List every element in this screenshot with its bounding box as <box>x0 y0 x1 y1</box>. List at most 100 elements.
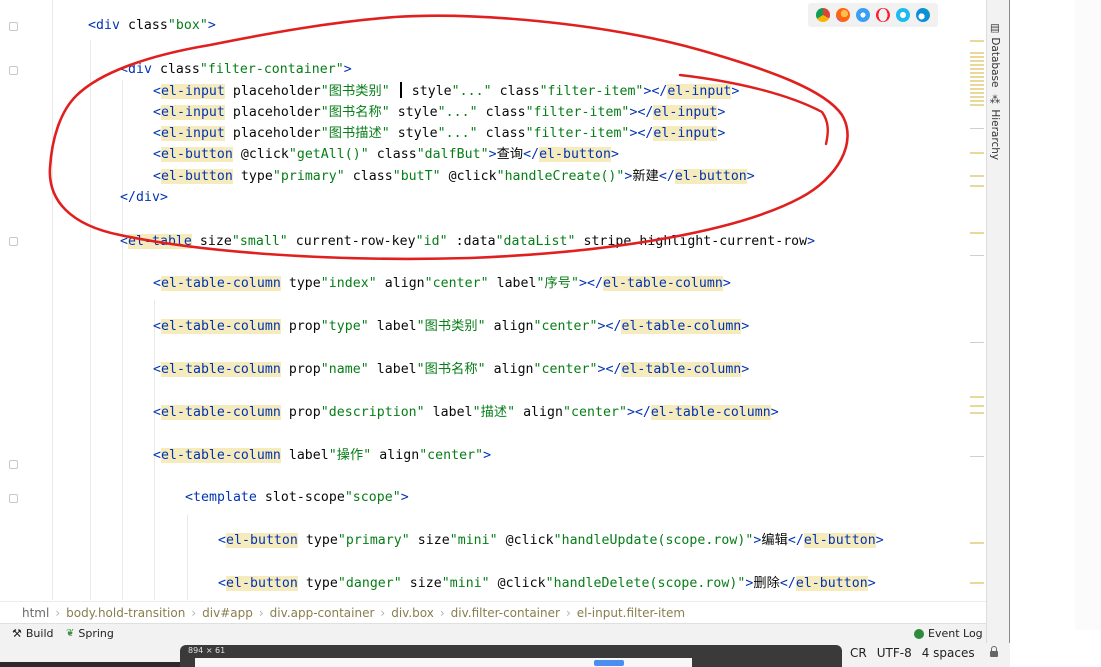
background-window-edge <box>1075 0 1101 630</box>
fold-marker[interactable] <box>9 494 18 503</box>
tool-window-bar: ⚒ Build ❦ Spring Event Log <box>0 623 986 643</box>
stripe-mark[interactable] <box>970 396 984 398</box>
indent-guide <box>122 80 123 600</box>
ie-icon[interactable] <box>896 8 910 22</box>
fold-marker[interactable] <box>9 237 18 246</box>
text-caret <box>399 82 402 98</box>
code-line[interactable]: <el-table size"small" current-row-key"id… <box>120 233 815 251</box>
code-line[interactable]: <el-table-column prop"description" label… <box>153 404 779 422</box>
stripe-mark[interactable] <box>970 175 984 177</box>
breadcrumb: html › body.hold-transition › div#app › div.ap… <box>0 601 986 623</box>
breadcrumb-item[interactable]: div.filter-container <box>451 606 560 620</box>
stripe-mark[interactable] <box>970 76 984 78</box>
code-line[interactable]: <el-table-column prop"type" label"图书类别" … <box>153 318 749 336</box>
fold-marker[interactable] <box>9 66 18 75</box>
indent-guide <box>90 40 91 600</box>
stripe-mark[interactable] <box>970 582 984 584</box>
stripe-mark[interactable] <box>970 255 984 256</box>
stripe-mark[interactable] <box>970 232 984 234</box>
breadcrumb-separator-icon: › <box>191 606 197 620</box>
error-stripe[interactable] <box>966 0 986 600</box>
edge-icon[interactable] <box>916 8 930 22</box>
indent-guide <box>52 0 53 600</box>
code-line[interactable]: <el-button type"danger" size"mini" @clic… <box>218 575 876 593</box>
line-separator-indicator[interactable]: CR <box>850 646 867 660</box>
database-tab[interactable]: ▤ Database <box>989 22 1001 87</box>
code-line[interactable]: <el-table-column prop"name" label"图书名称" … <box>153 361 749 379</box>
event-log-button[interactable]: Event Log <box>914 627 983 640</box>
breadcrumb-item[interactable]: html <box>22 606 49 620</box>
lock-icon[interactable] <box>989 646 999 658</box>
hammer-icon: ⚒ <box>12 627 22 640</box>
stripe-mark[interactable] <box>970 40 984 42</box>
indent-indicator[interactable]: 4 spaces <box>922 646 975 660</box>
preview-button-chip <box>594 660 624 666</box>
code-line[interactable]: </div> <box>120 189 168 207</box>
code-line[interactable]: <el-button type"primary" size"mini" @cli… <box>218 532 884 550</box>
stripe-mark[interactable] <box>970 88 984 90</box>
database-icon: ▤ <box>989 22 1001 38</box>
editor-gutter[interactable] <box>0 0 30 600</box>
breadcrumb-separator-icon: › <box>565 606 571 620</box>
stripe-mark[interactable] <box>970 80 984 82</box>
taskbar-strip <box>0 662 180 667</box>
code-line[interactable]: <div class"box"> <box>88 17 216 35</box>
opera-icon[interactable] <box>876 8 890 22</box>
breadcrumb-separator-icon: › <box>55 606 61 620</box>
breadcrumb-item[interactable]: div#app <box>202 606 253 620</box>
code-line[interactable]: <el-table-column label"操作" align"center"… <box>153 447 491 465</box>
breadcrumb-separator-icon: › <box>380 606 386 620</box>
breadcrumb-separator-icon: › <box>439 606 445 620</box>
code-line[interactable]: <div class"filter-container"> <box>120 61 352 79</box>
code-editor[interactable]: <div class"box"> <div class"filter-contai… <box>0 0 1010 600</box>
stripe-mark[interactable] <box>970 68 984 70</box>
stripe-mark[interactable] <box>970 456 984 457</box>
stripe-mark[interactable] <box>970 84 984 86</box>
code-line[interactable]: <el-button @click"getAll()" class"dalfBu… <box>153 146 619 164</box>
code-line[interactable]: <el-input placeholder"图书名称" style"..." c… <box>153 104 725 122</box>
stripe-mark[interactable] <box>970 56 984 58</box>
right-tool-strip: ▤ Database ⁂ Hierarchy <box>986 0 1010 650</box>
fold-marker[interactable] <box>9 460 18 469</box>
hierarchy-icon: ⁂ <box>989 94 1001 110</box>
code-line[interactable]: <el-table-column type"index" align"cente… <box>153 275 731 293</box>
breadcrumb-item[interactable]: body.hold-transition <box>66 606 185 620</box>
fold-marker[interactable] <box>9 22 18 31</box>
breadcrumb-item[interactable]: div.app-container <box>270 606 375 620</box>
stripe-mark[interactable] <box>970 96 984 98</box>
code-line[interactable]: <el-button type"primary" class"butT" @cl… <box>153 168 755 186</box>
stripe-mark[interactable] <box>970 185 984 187</box>
code-line[interactable]: <el-input placeholder"图书描述" style"..." c… <box>153 125 725 143</box>
stripe-mark[interactable] <box>970 60 984 62</box>
breadcrumb-item[interactable]: div.box <box>391 606 434 620</box>
window-preview-thumbnail[interactable]: 894 × 61 <box>180 645 842 667</box>
safari-icon[interactable] <box>856 8 870 22</box>
build-tool-button[interactable]: ⚒ Build <box>12 627 54 640</box>
browser-preview-bar <box>808 3 938 27</box>
spring-tool-button[interactable]: ❦ Spring <box>66 627 114 640</box>
stripe-mark[interactable] <box>970 542 984 544</box>
stripe-mark[interactable] <box>970 92 984 94</box>
code-line[interactable]: <el-input placeholder"图书类别" style"..." c… <box>153 82 739 101</box>
breadcrumb-separator-icon: › <box>258 606 264 620</box>
event-log-icon <box>914 628 924 639</box>
stripe-mark[interactable] <box>970 104 984 106</box>
stripe-mark[interactable] <box>970 342 984 343</box>
preview-size-label: 894 × 61 <box>188 646 226 655</box>
code-line[interactable]: <template slot-scope"scope"> <box>185 489 409 507</box>
stripe-mark[interactable] <box>970 412 984 414</box>
stripe-mark[interactable] <box>970 405 984 407</box>
stripe-mark[interactable] <box>970 64 984 66</box>
firefox-icon[interactable] <box>836 8 850 22</box>
stripe-mark[interactable] <box>970 128 984 129</box>
encoding-indicator[interactable]: UTF-8 <box>877 646 912 660</box>
stripe-mark[interactable] <box>970 152 984 154</box>
hierarchy-tab[interactable]: ⁂ Hierarchy <box>989 94 1001 160</box>
stripe-mark[interactable] <box>970 100 984 102</box>
stripe-mark[interactable] <box>970 52 984 54</box>
stripe-mark[interactable] <box>970 72 984 74</box>
breadcrumb-item[interactable]: el-input.filter-item <box>577 606 685 620</box>
chrome-icon[interactable] <box>816 8 830 22</box>
indent-guide <box>187 515 188 600</box>
leaf-icon: ❦ <box>66 628 75 639</box>
